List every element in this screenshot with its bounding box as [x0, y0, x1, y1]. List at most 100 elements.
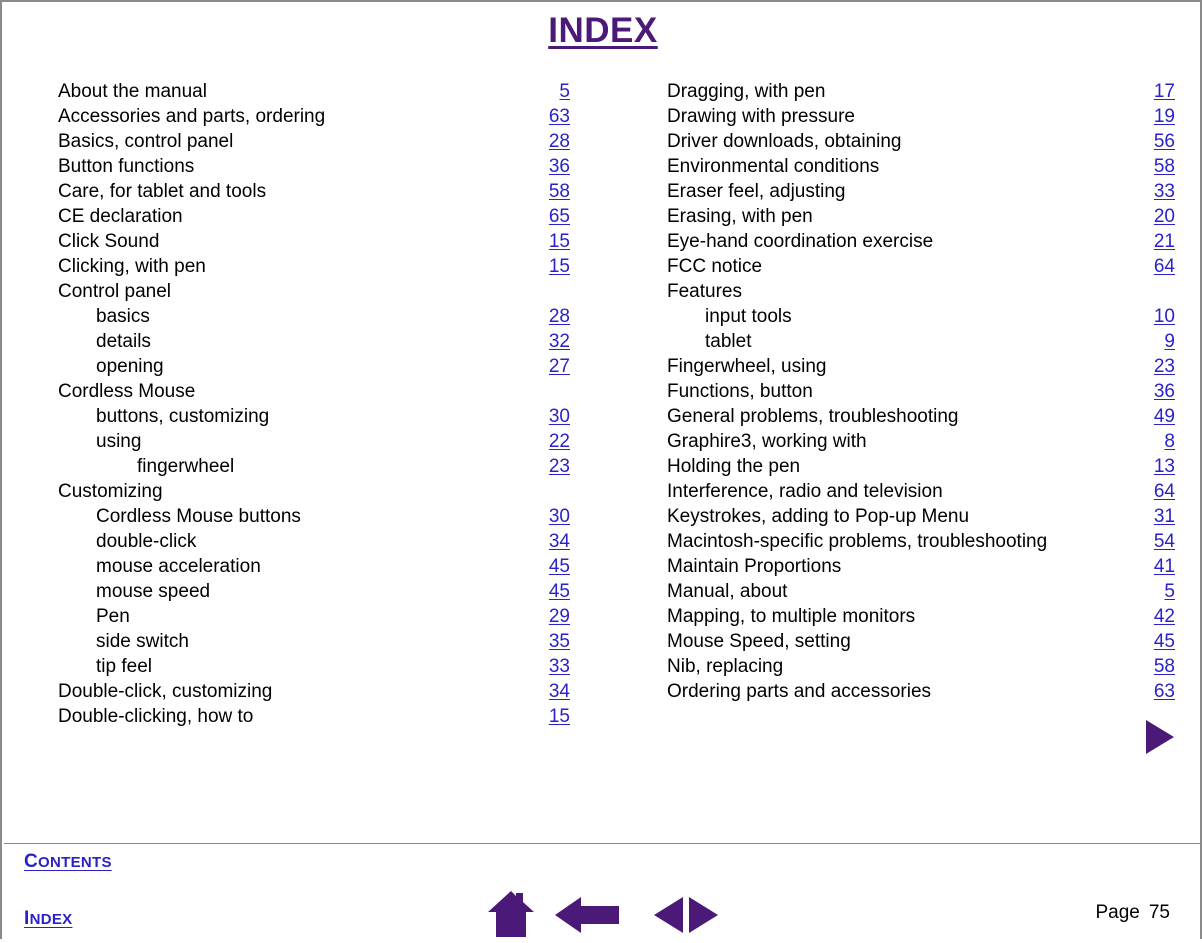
index-entry-label: Features — [667, 281, 742, 302]
index-entry-page-link[interactable]: 27 — [549, 354, 570, 379]
index-entry-page-link[interactable]: 13 — [1154, 454, 1175, 479]
index-entry-page-link[interactable]: 45 — [549, 554, 570, 579]
index-entry-page-link[interactable]: 34 — [549, 679, 570, 704]
index-entry-page-link[interactable]: 41 — [1154, 554, 1175, 579]
index-entry-page-link[interactable]: 15 — [549, 229, 570, 254]
contents-link-initial: C — [24, 851, 39, 872]
index-entry-page-link[interactable]: 31 — [1154, 504, 1175, 529]
contents-link-label: ONTENTS — [38, 854, 112, 871]
index-entry-label: Macintosh-specific problems, troubleshoo… — [667, 531, 1048, 552]
index-entry-label: tablet — [705, 331, 752, 352]
index-entry-page-link[interactable]: 56 — [1154, 129, 1175, 154]
index-entry-page-link[interactable]: 32 — [549, 329, 570, 354]
index-entry-page-link[interactable]: 64 — [1154, 254, 1175, 279]
index-entry-page-link[interactable]: 45 — [549, 579, 570, 604]
index-entry: Drawing with pressure 19 — [667, 104, 1175, 129]
index-entry-page-link[interactable]: 49 — [1154, 404, 1175, 429]
index-entry: Pen 29 — [58, 604, 570, 629]
index-entry: Cordless Mouse — [58, 379, 570, 404]
index-entry-label: Dragging, with pen — [667, 81, 826, 102]
index-entry-page-link[interactable]: 30 — [549, 504, 570, 529]
index-entry-page-link[interactable]: 45 — [1154, 629, 1175, 654]
index-entry-page-link[interactable]: 5 — [559, 79, 570, 104]
home-icon[interactable] — [485, 890, 537, 938]
index-entry-page-link[interactable]: 8 — [1164, 429, 1175, 454]
index-page: INDEX About the manual 5 Accessories and p… — [0, 0, 1202, 939]
index-entry-page-link[interactable]: 58 — [1154, 154, 1175, 179]
index-entry-page-link[interactable]: 58 — [1154, 654, 1175, 679]
index-entry-page-link[interactable]: 30 — [549, 404, 570, 429]
index-entry-label: side switch — [96, 631, 189, 652]
index-entry: FCC notice 64 — [667, 254, 1175, 279]
index-entry-page-link[interactable]: 5 — [1164, 579, 1175, 604]
index-entry-page-link[interactable]: 15 — [549, 704, 570, 729]
index-entry: Features — [667, 279, 1175, 304]
previous-next-page-icon[interactable] — [652, 896, 720, 934]
index-entry-page-link[interactable]: 64 — [1154, 479, 1175, 504]
index-entry: Clicking, with pen 15 — [58, 254, 570, 279]
index-entry-label: basics — [96, 306, 150, 327]
index-entry-page-link[interactable]: 34 — [549, 529, 570, 554]
index-entry-page-link[interactable]: 35 — [549, 629, 570, 654]
index-entry-page-link[interactable]: 9 — [1164, 329, 1175, 354]
index-entry: Mouse Speed, setting 45 — [667, 629, 1175, 654]
index-entry-page-link[interactable]: 65 — [549, 204, 570, 229]
index-entry-page-link[interactable]: 36 — [549, 154, 570, 179]
index-entry-page-link[interactable]: 63 — [1154, 679, 1175, 704]
index-entry: CE declaration 65 — [58, 204, 570, 229]
page-number-label: Page — [1095, 902, 1140, 923]
index-entry-page-link[interactable]: 15 — [549, 254, 570, 279]
next-page-arrow[interactable] — [1146, 720, 1174, 754]
index-entry-page-link[interactable]: 23 — [1154, 354, 1175, 379]
index-entry-page-link[interactable]: 54 — [1154, 529, 1175, 554]
index-entry: Click Sound 15 — [58, 229, 570, 254]
index-entry-page-link[interactable]: 58 — [549, 179, 570, 204]
index-entry-page-link[interactable]: 63 — [549, 104, 570, 129]
index-entry-page-link[interactable]: 42 — [1154, 604, 1175, 629]
index-entry-label: FCC notice — [667, 256, 763, 277]
index-entry-page-link[interactable]: 28 — [549, 129, 570, 154]
index-column-left: About the manual 5 Accessories and parts, … — [58, 79, 570, 729]
index-entry: side switch 35 — [58, 629, 570, 654]
page-number-value: 75 — [1148, 902, 1170, 923]
index-entry: Macintosh-specific problems, troubleshoo… — [667, 529, 1175, 554]
index-entry-label: Maintain Proportions — [667, 556, 842, 577]
index-entry: Button functions 36 — [58, 154, 570, 179]
contents-link[interactable]: CONTENTS — [24, 851, 112, 873]
index-entry-label: Clicking, with pen — [58, 256, 206, 277]
index-entry-page-link[interactable]: 33 — [1154, 179, 1175, 204]
index-entry-label: Functions, button — [667, 381, 813, 402]
index-entry: Environmental conditions 58 — [667, 154, 1175, 179]
index-entry: Eye-hand coordination exercise 21 — [667, 229, 1175, 254]
index-entry-page-link[interactable]: 17 — [1154, 79, 1175, 104]
index-entry-page-link[interactable]: 10 — [1154, 304, 1175, 329]
index-entry-page-link[interactable]: 36 — [1154, 379, 1175, 404]
index-entry-page-link[interactable]: 22 — [549, 429, 570, 454]
index-entry-label: Manual, about — [667, 581, 788, 602]
index-entry-label: double-click — [96, 531, 197, 552]
index-entry-page-link[interactable]: 29 — [549, 604, 570, 629]
index-entry: Customizing — [58, 479, 570, 504]
index-entry-page-link[interactable]: 21 — [1154, 229, 1175, 254]
index-entry-label: Driver downloads, obtaining — [667, 131, 902, 152]
index-entry-label: Graphire3, working with — [667, 431, 867, 452]
index-entry-label: Mapping, to multiple monitors — [667, 606, 916, 627]
index-entry-label: Control panel — [58, 281, 172, 302]
back-arrow-icon[interactable] — [555, 896, 619, 934]
index-entry-label: Holding the pen — [667, 456, 801, 477]
index-entry-label: buttons, customizing — [96, 406, 270, 427]
index-entry: mouse acceleration 45 — [58, 554, 570, 579]
page-number: Page 75 — [1095, 902, 1170, 924]
index-entry-label: Accessories and parts, ordering — [58, 106, 326, 127]
index-entry-page-link[interactable]: 20 — [1154, 204, 1175, 229]
index-entry-page-link[interactable]: 23 — [549, 454, 570, 479]
index-entry-label: Customizing — [58, 481, 163, 502]
index-entry-label: fingerwheel — [137, 456, 235, 477]
index-entry-label: Eye-hand coordination exercise — [667, 231, 934, 252]
index-entry: Holding the pen 13 — [667, 454, 1175, 479]
index-entry-page-link[interactable]: 28 — [549, 304, 570, 329]
index-entry-page-link[interactable]: 33 — [549, 654, 570, 679]
index-entry-page-link[interactable]: 19 — [1154, 104, 1175, 129]
index-entry: Eraser feel, adjusting 33 — [667, 179, 1175, 204]
index-entry: buttons, customizing 30 — [58, 404, 570, 429]
